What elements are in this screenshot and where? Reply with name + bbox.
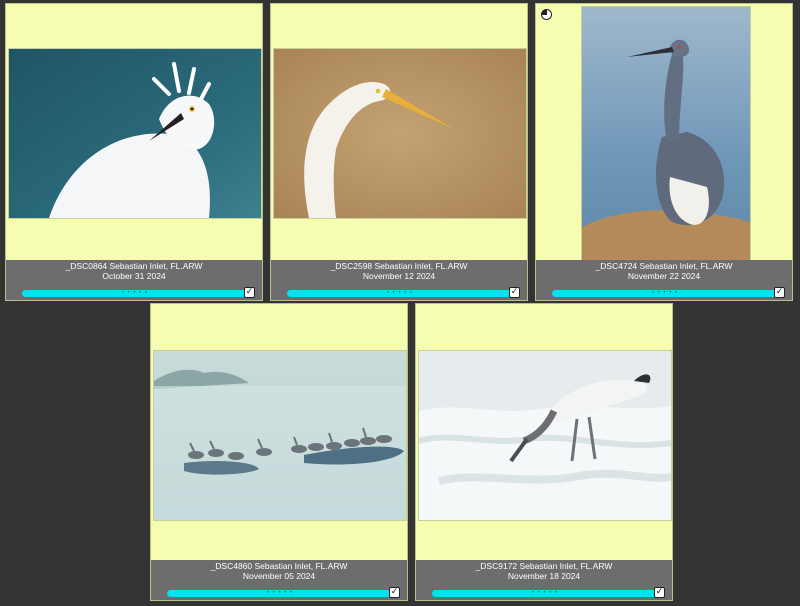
caption: _DSC4724 Sebastian Inlet, FL.ARW Novembe… bbox=[536, 260, 792, 300]
photo-snowy-egret[interactable] bbox=[8, 48, 262, 219]
filename-label: _DSC4724 Sebastian Inlet, FL.ARW bbox=[595, 261, 733, 271]
rotate-icon[interactable] bbox=[541, 9, 552, 20]
filename-label: _DSC4860 Sebastian Inlet, FL.ARW bbox=[210, 561, 348, 571]
select-checkbox[interactable]: ✓ bbox=[244, 287, 255, 298]
color-label-bar[interactable]: • • • • • bbox=[167, 590, 393, 597]
caption: _DSC4860 Sebastian Inlet, FL.ARW Novembe… bbox=[151, 560, 407, 600]
caption: _DSC9172 Sebastian Inlet, FL.ARW Novembe… bbox=[416, 560, 672, 600]
photo-great-egret[interactable] bbox=[273, 48, 527, 219]
filename-label: _DSC2598 Sebastian Inlet, FL.ARW bbox=[330, 261, 468, 271]
thumbnail-cell-3[interactable]: _DSC4724 Sebastian Inlet, FL.ARW Novembe… bbox=[535, 3, 793, 301]
color-label-bar[interactable]: • • • • • bbox=[22, 290, 248, 297]
date-label: November 18 2024 bbox=[507, 571, 581, 581]
color-label-bar[interactable]: • • • • • bbox=[432, 590, 658, 597]
color-label-bar[interactable]: • • • • • bbox=[287, 290, 513, 297]
filename-label: _DSC9172 Sebastian Inlet, FL.ARW bbox=[475, 561, 613, 571]
caption: _DSC0864 Sebastian Inlet, FL.ARW October… bbox=[6, 260, 262, 300]
date-label: November 22 2024 bbox=[627, 271, 701, 281]
caption: _DSC2598 Sebastian Inlet, FL.ARW Novembe… bbox=[271, 260, 527, 300]
date-label: November 12 2024 bbox=[362, 271, 436, 281]
photo-tricolored-heron[interactable] bbox=[581, 6, 751, 262]
date-label: November 05 2024 bbox=[242, 571, 316, 581]
thumbnail-cell-4[interactable]: _DSC4860 Sebastian Inlet, FL.ARW Novembe… bbox=[150, 303, 408, 601]
select-checkbox[interactable]: ✓ bbox=[389, 587, 400, 598]
select-checkbox[interactable]: ✓ bbox=[774, 287, 785, 298]
photo-wood-stork[interactable] bbox=[418, 350, 672, 521]
thumbnail-cell-5[interactable]: _DSC9172 Sebastian Inlet, FL.ARW Novembe… bbox=[415, 303, 673, 601]
select-checkbox[interactable]: ✓ bbox=[509, 287, 520, 298]
date-label: October 31 2024 bbox=[102, 271, 166, 281]
thumbnail-cell-2[interactable]: _DSC2598 Sebastian Inlet, FL.ARW Novembe… bbox=[270, 3, 528, 301]
photo-brown-pelicans[interactable] bbox=[153, 350, 407, 521]
select-checkbox[interactable]: ✓ bbox=[654, 587, 665, 598]
filename-label: _DSC0864 Sebastian Inlet, FL.ARW bbox=[65, 261, 203, 271]
color-label-bar[interactable]: • • • • • bbox=[552, 290, 778, 297]
thumbnail-cell-1[interactable]: _DSC0864 Sebastian Inlet, FL.ARW October… bbox=[5, 3, 263, 301]
